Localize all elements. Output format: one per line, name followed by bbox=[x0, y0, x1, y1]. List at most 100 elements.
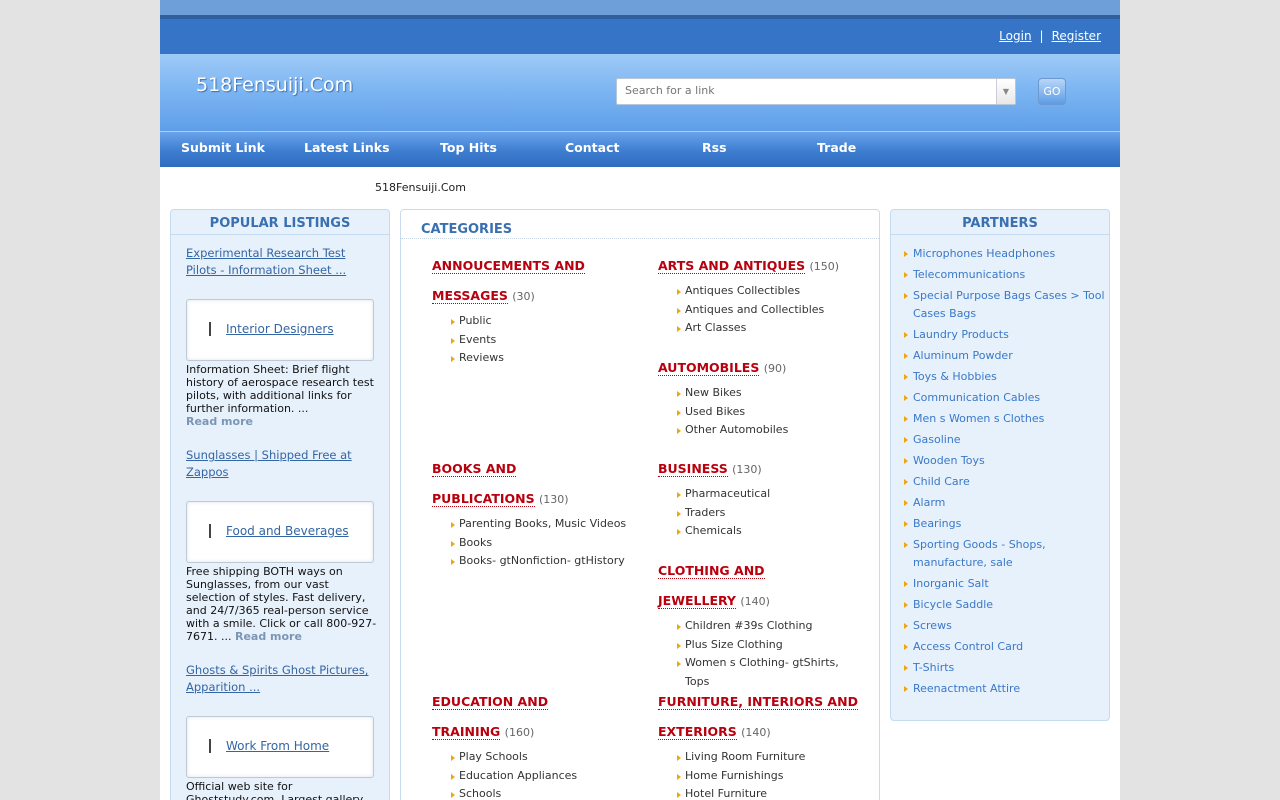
partner-link[interactable]: Screws bbox=[904, 617, 1108, 635]
chevron-down-icon[interactable]: ▼ bbox=[996, 79, 1015, 104]
partner-link[interactable]: Alarm bbox=[904, 494, 1108, 512]
category-title: FURNITURE, INTERIORS AND EXTERIORS (140) bbox=[658, 687, 873, 748]
category-count: (140) bbox=[740, 595, 770, 608]
nav-latest-links[interactable]: Latest Links bbox=[304, 140, 390, 155]
search-input[interactable] bbox=[617, 79, 985, 102]
partner-link[interactable]: Bicycle Saddle bbox=[904, 596, 1108, 614]
listing-description-text: Official web site for Ghoststudy.com. La… bbox=[186, 780, 364, 800]
category-title-line1[interactable]: BOOKS AND bbox=[432, 461, 517, 477]
category-title-line2[interactable]: MESSAGES bbox=[432, 288, 508, 304]
listing-link[interactable]: Ghosts & Spirits Ghost Pictures, Apparit… bbox=[186, 662, 376, 696]
category-title-line1[interactable]: CLOTHING AND bbox=[658, 563, 765, 579]
partner-link[interactable]: Microphones Headphones bbox=[904, 245, 1108, 263]
go-button[interactable]: GO bbox=[1038, 78, 1066, 105]
partner-link[interactable]: Child Care bbox=[904, 473, 1108, 491]
subcategory-link[interactable]: Children #39s Clothing bbox=[658, 617, 863, 636]
partner-link[interactable]: T-Shirts bbox=[904, 659, 1108, 677]
partner-link[interactable]: Special Purpose Bags Cases > Tool Cases … bbox=[904, 287, 1108, 323]
subcategory-link[interactable]: Books bbox=[432, 534, 637, 553]
subcategory-link[interactable]: Education Appliances bbox=[432, 767, 637, 786]
search-box: ▼ bbox=[616, 78, 1016, 105]
partner-link[interactable]: Wooden Toys bbox=[904, 452, 1108, 470]
category: BOOKS AND PUBLICATIONS (130) Parenting Bo… bbox=[432, 454, 637, 571]
partner-link[interactable]: Telecommunications bbox=[904, 266, 1108, 284]
subcategory-link[interactable]: Pharmaceutical bbox=[658, 485, 863, 504]
category: AUTOMOBILES (90) New Bikes Used Bikes Ot… bbox=[658, 353, 863, 440]
partner-link[interactable]: Sporting Goods - Shops, manufacture, sal… bbox=[904, 536, 1108, 572]
subcategory-link[interactable]: Antiques Collectibles bbox=[658, 282, 863, 301]
category-title: BOOKS AND PUBLICATIONS (130) bbox=[432, 454, 637, 515]
listing-box-title[interactable]: Interior Designers bbox=[226, 322, 334, 336]
partner-link[interactable]: Access Control Card bbox=[904, 638, 1108, 656]
category-title-line2[interactable]: JEWELLERY bbox=[658, 593, 736, 609]
subcategory-link[interactable]: Other Automobiles bbox=[658, 421, 863, 440]
subcategory-link[interactable]: Play Schools bbox=[432, 748, 637, 767]
category-count: (130) bbox=[538, 493, 569, 506]
login-link[interactable]: Login bbox=[999, 29, 1031, 43]
category-title-line2[interactable]: TRAINING bbox=[432, 724, 501, 740]
subcategory-link[interactable]: Plus Size Clothing bbox=[658, 636, 863, 655]
listing-box: Work From Home bbox=[186, 716, 374, 778]
register-link[interactable]: Register bbox=[1052, 29, 1101, 43]
subcategory-link[interactable]: Schools bbox=[432, 785, 637, 800]
listing-description-text: Information Sheet: Brief flight history … bbox=[186, 363, 374, 415]
partner-link[interactable]: Gasoline bbox=[904, 431, 1108, 449]
category-title-line1[interactable]: BUSINESS bbox=[658, 461, 728, 477]
listing-box-title[interactable]: Food and Beverages bbox=[226, 524, 349, 538]
partner-link[interactable]: Reenactment Attire bbox=[904, 680, 1108, 698]
category-count: (90) bbox=[763, 362, 787, 375]
subcategory-link[interactable]: Parenting Books, Music Videos bbox=[432, 515, 637, 534]
partner-link[interactable]: Men s Women s Clothes bbox=[904, 410, 1108, 428]
category-count: (130) bbox=[732, 463, 762, 476]
category: ARTS AND ANTIQUES (150) Antiques Collect… bbox=[658, 251, 863, 338]
category-count: (140) bbox=[741, 726, 771, 739]
category: CLOTHING AND JEWELLERY (140) Children #39… bbox=[658, 556, 863, 691]
subcategory-link[interactable]: Art Classes bbox=[658, 319, 863, 338]
partner-link[interactable]: Laundry Products bbox=[904, 326, 1108, 344]
subcategory-link[interactable]: Home Furnishings bbox=[658, 767, 873, 786]
category-title-line2[interactable]: EXTERIORS bbox=[658, 724, 737, 740]
subcategory-link[interactable]: Traders bbox=[658, 504, 863, 523]
nav-top-hits[interactable]: Top Hits bbox=[440, 140, 497, 155]
nav-trade[interactable]: Trade bbox=[817, 140, 856, 155]
partner-link[interactable]: Aluminum Powder bbox=[904, 347, 1108, 365]
subcategory-link[interactable]: Used Bikes bbox=[658, 403, 863, 422]
subcategory-link[interactable]: Living Room Furniture bbox=[658, 748, 873, 767]
nav-rss[interactable]: Rss bbox=[702, 140, 727, 155]
subcategory-link[interactable]: Antiques and Collectibles bbox=[658, 301, 863, 320]
subcategory-link[interactable]: Public bbox=[432, 312, 637, 331]
category-title: EDUCATION AND TRAINING (160) bbox=[432, 687, 637, 748]
subcategory-link[interactable]: Women s Clothing- gtShirts, Tops bbox=[658, 654, 863, 691]
listing-box-divider bbox=[209, 739, 211, 753]
category-title-line2[interactable]: PUBLICATIONS bbox=[432, 491, 535, 507]
site-logo[interactable]: 518Fensuiji.Com bbox=[196, 74, 353, 96]
listing-box: Interior Designers bbox=[186, 299, 374, 361]
subcategory-link[interactable]: Books- gtNonfiction- gtHistory bbox=[432, 552, 637, 571]
category: FURNITURE, INTERIORS AND EXTERIORS (140) … bbox=[658, 687, 873, 800]
category-title-line1[interactable]: ANNOUCEMENTS AND bbox=[432, 258, 585, 274]
category-title-line1[interactable]: AUTOMOBILES bbox=[658, 360, 760, 376]
subcategory-link[interactable]: Chemicals bbox=[658, 522, 863, 541]
partner-link[interactable]: Toys & Hobbies bbox=[904, 368, 1108, 386]
subcategory-link[interactable]: Reviews bbox=[432, 349, 637, 368]
partner-link[interactable]: Inorganic Salt bbox=[904, 575, 1108, 593]
listing-link[interactable]: Sunglasses | Shipped Free at Zappos bbox=[186, 447, 376, 481]
listing-link[interactable]: Experimental Research Test Pilots - Info… bbox=[186, 245, 376, 279]
subcategory-link[interactable]: New Bikes bbox=[658, 384, 863, 403]
nav-contact[interactable]: Contact bbox=[565, 140, 619, 155]
category-title-line1[interactable]: EDUCATION AND bbox=[432, 694, 549, 710]
categories-divider bbox=[401, 238, 879, 239]
category-count: (30) bbox=[512, 290, 535, 303]
nav-submit-link[interactable]: Submit Link bbox=[181, 140, 265, 155]
subcategory-link[interactable]: Events bbox=[432, 331, 637, 350]
subcategory-link[interactable]: Hotel Furniture bbox=[658, 785, 873, 800]
category-count: (150) bbox=[809, 260, 840, 273]
read-more-link[interactable]: Read more bbox=[186, 415, 253, 428]
partner-link[interactable]: Bearings bbox=[904, 515, 1108, 533]
read-more-link[interactable]: Read more bbox=[235, 630, 302, 643]
category-title-line1[interactable]: FURNITURE, INTERIORS AND bbox=[658, 694, 858, 710]
partner-link[interactable]: Communication Cables bbox=[904, 389, 1108, 407]
listing-box-title[interactable]: Work From Home bbox=[226, 739, 329, 753]
categories-panel: CATEGORIES ANNOUCEMENTS AND MESSAGES (30)… bbox=[400, 209, 880, 800]
category-title-line1[interactable]: ARTS AND ANTIQUES bbox=[658, 258, 806, 274]
